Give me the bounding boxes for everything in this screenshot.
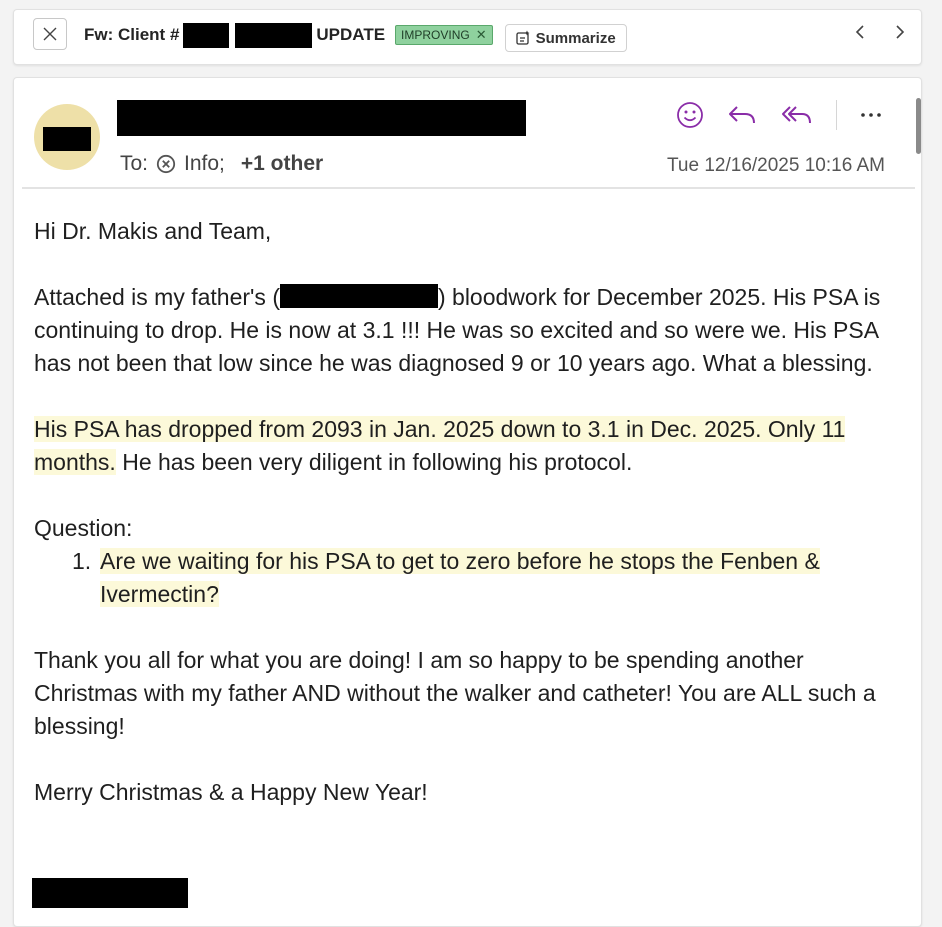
message-actions <box>676 100 883 130</box>
redacted-sender-name <box>117 100 526 136</box>
remove-circle-icon[interactable] <box>156 154 176 174</box>
scrollbar-thumb[interactable] <box>916 98 921 154</box>
redacted-initials <box>43 127 91 151</box>
sent-date: Tue 12/16/2025 10:16 AM <box>667 155 885 176</box>
summarize-label: Summarize <box>535 29 616 47</box>
reply-icon[interactable] <box>726 101 758 129</box>
chevron-left-icon[interactable] <box>853 22 867 42</box>
question-item: 1. Are we waiting for his PSA to get to … <box>34 545 902 611</box>
closing-line: Merry Christmas & a Happy New Year! <box>34 779 428 805</box>
other-recipients-link[interactable]: +1 other <box>241 152 323 176</box>
summarize-button[interactable]: Summarize <box>504 24 627 52</box>
smiley-icon[interactable] <box>676 101 704 129</box>
close-button[interactable] <box>33 18 67 50</box>
paragraph-bloodwork-start: Attached is my father's ( <box>34 284 280 310</box>
message-body: Hi Dr. Makis and Team, Attached is my fa… <box>34 215 902 809</box>
question-text: Are we waiting for his PSA to get to zer… <box>100 548 820 607</box>
category-tag[interactable]: IMPROVING ✕ <box>395 25 493 45</box>
redacted-signature <box>32 878 188 908</box>
chevron-right-icon[interactable] <box>893 22 907 42</box>
subject-line: Fw: Client # UPDATE IMPROVING ✕ Summariz… <box>84 22 627 52</box>
recipient-line: To: Info; +1 other <box>120 152 323 176</box>
header-divider <box>22 187 915 189</box>
more-icon[interactable] <box>859 101 883 129</box>
redacted-client-number <box>183 22 230 48</box>
actions-divider <box>836 100 837 130</box>
remove-tag-icon[interactable]: ✕ <box>476 27 487 43</box>
subject-bar: Fw: Client # UPDATE IMPROVING ✕ Summariz… <box>13 9 922 65</box>
close-icon <box>43 27 57 41</box>
avatar[interactable] <box>34 104 100 170</box>
sparkle-note-icon <box>515 30 530 45</box>
redacted-father-name <box>279 284 438 308</box>
reply-all-icon[interactable] <box>780 101 814 129</box>
paragraph-psa-drop: His PSA has dropped from 2093 in Jan. 20… <box>34 413 902 479</box>
paragraph-bloodwork: Attached is my father's () bloodwork for… <box>34 281 902 380</box>
subject-prefix: Fw: Client # <box>84 25 180 44</box>
to-label: To: <box>120 152 149 175</box>
category-tag-label: IMPROVING <box>401 28 470 42</box>
question-label: Question: <box>34 515 133 541</box>
redacted-client-name <box>235 22 313 48</box>
greeting: Hi Dr. Makis and Team, <box>34 218 272 244</box>
message-navigation <box>853 22 907 42</box>
paragraph-thanks: Thank you all for what you are doing! I … <box>34 647 876 739</box>
subject-suffix: UPDATE <box>316 25 386 44</box>
message-card: To: Info; +1 other Tue 12/16/2025 10:16 … <box>13 77 922 927</box>
recipient-info[interactable]: Info; <box>184 152 225 176</box>
question-number: 1. <box>72 548 92 574</box>
paragraph-psa-rest: He has been very diligent in following h… <box>115 449 633 475</box>
